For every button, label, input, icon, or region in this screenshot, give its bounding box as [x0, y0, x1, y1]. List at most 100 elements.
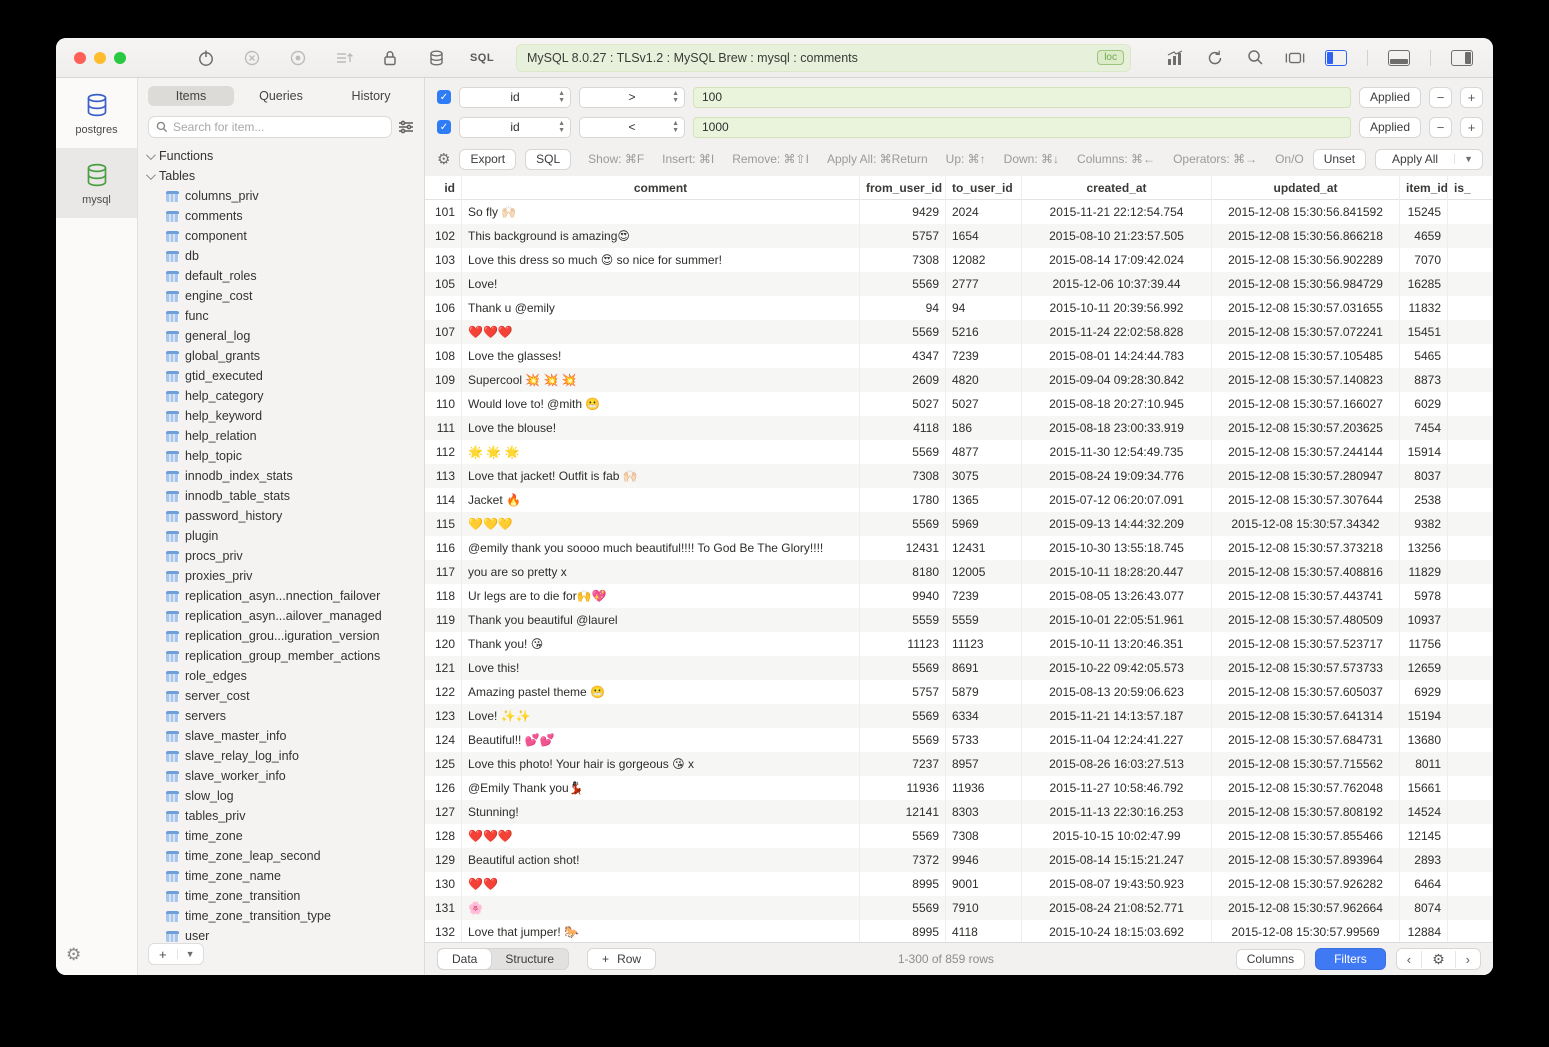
- cell-to_user_id[interactable]: 2024: [946, 200, 1022, 224]
- cell-from_user_id[interactable]: 5569: [860, 824, 946, 848]
- apply-all-button[interactable]: Apply All ▼: [1375, 149, 1483, 170]
- table-row[interactable]: 117you are so pretty x8180120052015-10-1…: [425, 560, 1493, 584]
- cell-item_id[interactable]: 4659: [1400, 224, 1448, 248]
- filter-operator-select[interactable]: < ▲▼: [579, 117, 685, 138]
- cell-updated_at[interactable]: 2015-12-08 15:30:56.866218: [1212, 224, 1400, 248]
- tree-group-functions[interactable]: Functions: [146, 146, 424, 166]
- sidebar-table-engine_cost[interactable]: engine_cost: [146, 286, 424, 306]
- table-row[interactable]: 129Beautiful action shot!737299462015-08…: [425, 848, 1493, 872]
- add-row-button[interactable]: + Row: [587, 948, 656, 970]
- cell-from_user_id[interactable]: 5757: [860, 680, 946, 704]
- cell-item_id[interactable]: 6029: [1400, 392, 1448, 416]
- cell-from_user_id[interactable]: 11123: [860, 632, 946, 656]
- sidebar-table-servers[interactable]: servers: [146, 706, 424, 726]
- cell-from_user_id[interactable]: 4118: [860, 416, 946, 440]
- focus-mode-icon[interactable]: [1285, 48, 1305, 68]
- cell-to_user_id[interactable]: 4820: [946, 368, 1022, 392]
- table-row[interactable]: 132Love that jumper! 🐎899541182015-10-24…: [425, 920, 1493, 942]
- cell-to_user_id[interactable]: 8957: [946, 752, 1022, 776]
- toggle-bottom-panel-icon[interactable]: [1388, 50, 1410, 66]
- column-header-updated_at[interactable]: updated_at: [1212, 176, 1400, 200]
- table-row[interactable]: 112🌟 🌟 🌟556948772015-11-30 12:54:49.7352…: [425, 440, 1493, 464]
- cell-from_user_id[interactable]: 5569: [860, 656, 946, 680]
- cell-is_[interactable]: [1448, 776, 1493, 800]
- sidebar-table-procs_priv[interactable]: procs_priv: [146, 546, 424, 566]
- sidebar-table-db[interactable]: db: [146, 246, 424, 266]
- cell-from_user_id[interactable]: 94: [860, 296, 946, 320]
- table-row[interactable]: 130❤️❤️899590012015-08-07 19:43:50.92320…: [425, 872, 1493, 896]
- cell-created_at[interactable]: 2015-11-21 14:13:57.187: [1022, 704, 1212, 728]
- cell-updated_at[interactable]: 2015-12-08 15:30:57.408816: [1212, 560, 1400, 584]
- cell-from_user_id[interactable]: 9940: [860, 584, 946, 608]
- cell-is_[interactable]: [1448, 848, 1493, 872]
- cell-updated_at[interactable]: 2015-12-08 15:30:57.105485: [1212, 344, 1400, 368]
- cell-item_id[interactable]: 8074: [1400, 896, 1448, 920]
- cell-item_id[interactable]: 16285: [1400, 272, 1448, 296]
- cell-id[interactable]: 126: [425, 776, 462, 800]
- cell-is_[interactable]: [1448, 896, 1493, 920]
- search-icon[interactable]: [1245, 48, 1265, 68]
- cell-updated_at[interactable]: 2015-12-08 15:30:57.962664: [1212, 896, 1400, 920]
- queue-icon[interactable]: [334, 48, 354, 68]
- cell-from_user_id[interactable]: 5569: [860, 896, 946, 920]
- cell-from_user_id[interactable]: 11936: [860, 776, 946, 800]
- cell-id[interactable]: 131: [425, 896, 462, 920]
- cell-to_user_id[interactable]: 7239: [946, 344, 1022, 368]
- cell-to_user_id[interactable]: 186: [946, 416, 1022, 440]
- cell-created_at[interactable]: 2015-10-11 18:28:20.447: [1022, 560, 1212, 584]
- sql-editor-icon[interactable]: SQL: [472, 48, 492, 68]
- cell-updated_at[interactable]: 2015-12-08 15:30:57.443741: [1212, 584, 1400, 608]
- cell-created_at[interactable]: 2015-08-10 21:23:57.505: [1022, 224, 1212, 248]
- table-row[interactable]: 105Love!556927772015-12-06 10:37:39.4420…: [425, 272, 1493, 296]
- cell-from_user_id[interactable]: 7308: [860, 464, 946, 488]
- table-row[interactable]: 121Love this!556986912015-10-22 09:42:05…: [425, 656, 1493, 680]
- next-page-button[interactable]: ›: [1456, 952, 1480, 967]
- sidebar-table-slave_relay_log_info[interactable]: slave_relay_log_info: [146, 746, 424, 766]
- cell-updated_at[interactable]: 2015-12-08 15:30:57.166027: [1212, 392, 1400, 416]
- cell-item_id[interactable]: 14524: [1400, 800, 1448, 824]
- cell-comment[interactable]: ❤️❤️❤️: [462, 320, 860, 344]
- toggle-left-panel-icon[interactable]: [1325, 50, 1347, 66]
- cell-id[interactable]: 102: [425, 224, 462, 248]
- applied-button[interactable]: Applied: [1359, 117, 1421, 138]
- cell-item_id[interactable]: 15451: [1400, 320, 1448, 344]
- cell-created_at[interactable]: 2015-09-13 14:44:32.209: [1022, 512, 1212, 536]
- cell-is_[interactable]: [1448, 368, 1493, 392]
- cell-updated_at[interactable]: 2015-12-08 15:30:57.855466: [1212, 824, 1400, 848]
- cell-id[interactable]: 118: [425, 584, 462, 608]
- unset-button[interactable]: Unset: [1313, 149, 1366, 170]
- plus-icon[interactable]: +: [149, 947, 177, 962]
- cell-item_id[interactable]: 15914: [1400, 440, 1448, 464]
- cell-from_user_id[interactable]: 5569: [860, 728, 946, 752]
- table-row[interactable]: 126@Emily Thank you💃🏿11936119362015-11-2…: [425, 776, 1493, 800]
- cell-to_user_id[interactable]: 12082: [946, 248, 1022, 272]
- toggle-right-panel-icon[interactable]: [1451, 50, 1473, 66]
- column-header-created_at[interactable]: created_at: [1022, 176, 1212, 200]
- sidebar-table-tables_priv[interactable]: tables_priv: [146, 806, 424, 826]
- table-row[interactable]: 119Thank you beautiful @laurel5559555920…: [425, 608, 1493, 632]
- cell-to_user_id[interactable]: 7308: [946, 824, 1022, 848]
- cell-from_user_id[interactable]: 12141: [860, 800, 946, 824]
- cell-is_[interactable]: [1448, 224, 1493, 248]
- cell-updated_at[interactable]: 2015-12-08 15:30:57.99569: [1212, 920, 1400, 942]
- columns-button[interactable]: Columns: [1236, 949, 1305, 970]
- cell-from_user_id[interactable]: 1780: [860, 488, 946, 512]
- cell-id[interactable]: 112: [425, 440, 462, 464]
- tree-group-tables[interactable]: Tables: [146, 166, 424, 186]
- cell-item_id[interactable]: 5978: [1400, 584, 1448, 608]
- cell-created_at[interactable]: 2015-11-21 22:12:54.754: [1022, 200, 1212, 224]
- zoom-window-button[interactable]: [114, 52, 126, 64]
- cell-to_user_id[interactable]: 9946: [946, 848, 1022, 872]
- cell-created_at[interactable]: 2015-08-01 14:24:44.783: [1022, 344, 1212, 368]
- sidebar-table-plugin[interactable]: plugin: [146, 526, 424, 546]
- cell-comment[interactable]: This background is amazing😍: [462, 224, 860, 248]
- add-filter-button[interactable]: +: [1460, 87, 1483, 108]
- column-header-is_[interactable]: is_: [1448, 176, 1493, 200]
- column-header-comment[interactable]: comment: [462, 176, 860, 200]
- cell-comment[interactable]: @Emily Thank you💃🏿: [462, 776, 860, 800]
- cell-to_user_id[interactable]: 5969: [946, 512, 1022, 536]
- cell-updated_at[interactable]: 2015-12-08 15:30:56.841592: [1212, 200, 1400, 224]
- cell-id[interactable]: 114: [425, 488, 462, 512]
- filter-settings-gear-icon[interactable]: ⚙: [437, 150, 450, 168]
- cell-created_at[interactable]: 2015-08-13 20:59:06.623: [1022, 680, 1212, 704]
